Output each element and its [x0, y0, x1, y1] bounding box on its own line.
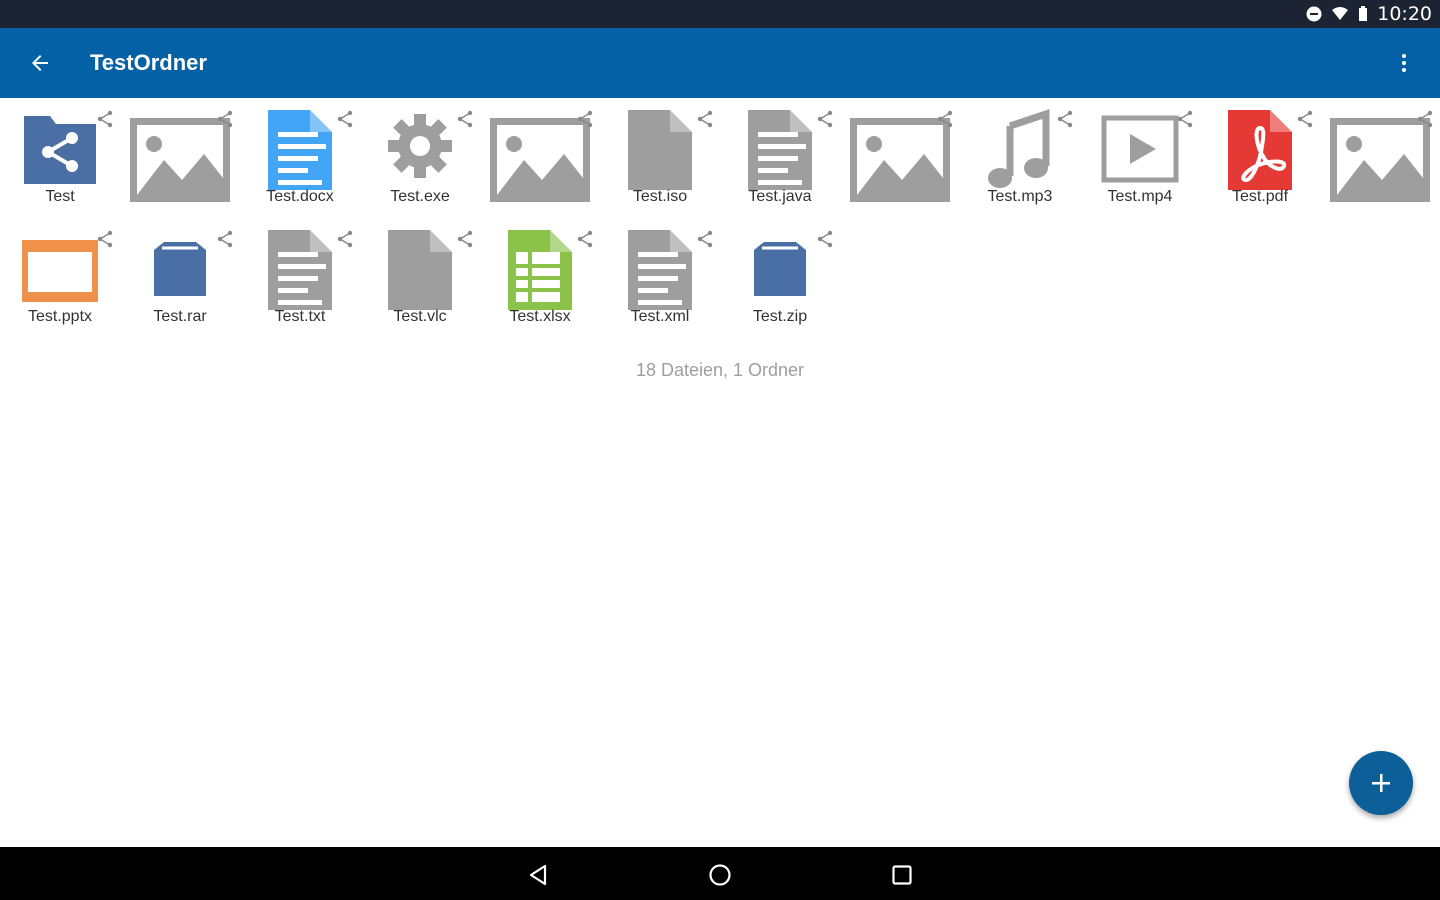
nav-recents-button[interactable] — [882, 855, 922, 895]
file-item[interactable]: Test.java — [720, 100, 840, 218]
file-item[interactable]: Test.xml — [600, 220, 720, 338]
file-item[interactable] — [480, 100, 600, 218]
archive-icon — [140, 226, 220, 316]
file-item[interactable]: Test.rar — [120, 220, 240, 338]
file-item[interactable]: Test — [0, 100, 120, 218]
arrow-back-icon — [32, 55, 48, 71]
add-button[interactable] — [1349, 751, 1413, 815]
file-name: Test.xml — [630, 308, 690, 325]
file-item[interactable] — [120, 100, 240, 218]
overflow-menu-button[interactable] — [1380, 39, 1428, 87]
app-bar: TestOrdner — [0, 28, 1440, 98]
file-item[interactable]: Test.pdf — [1200, 100, 1320, 218]
file-item[interactable]: Test.vlc — [360, 220, 480, 338]
share-icon[interactable] — [816, 110, 834, 128]
file-item[interactable]: Test.pptx — [0, 220, 120, 338]
file-name: Test.java — [748, 188, 812, 205]
back-button[interactable] — [16, 39, 64, 87]
gear-icon — [380, 106, 460, 196]
share-icon[interactable] — [816, 230, 834, 248]
file-name: Test.docx — [266, 188, 334, 205]
status-time: 10:20 — [1377, 3, 1432, 25]
text-file-icon — [740, 106, 820, 196]
file-name: Test.mp4 — [1107, 188, 1173, 205]
file-name: Test.rar — [153, 308, 207, 325]
archive-icon — [740, 226, 820, 316]
file-name: Test.xlsx — [509, 308, 571, 325]
share-icon[interactable] — [1176, 110, 1194, 128]
nav-back-button[interactable] — [518, 855, 558, 895]
share-icon[interactable] — [216, 230, 234, 248]
nav-back-icon — [529, 864, 547, 886]
share-icon[interactable] — [1416, 110, 1434, 128]
share-icon[interactable] — [96, 230, 114, 248]
file-name: Test — [45, 188, 75, 205]
status-bar: 10:20 — [0, 0, 1440, 28]
navigation-bar — [0, 847, 1440, 900]
share-icon[interactable] — [336, 110, 354, 128]
share-icon[interactable] — [336, 230, 354, 248]
page-title: TestOrdner — [90, 50, 207, 75]
spreadsheet-icon — [500, 226, 580, 316]
file-item[interactable]: Test.mp3 — [960, 100, 1080, 218]
wifi-icon — [1332, 7, 1349, 20]
share-icon[interactable] — [96, 110, 114, 128]
file-name: Test.pptx — [27, 308, 93, 325]
notification-dot-icon — [1306, 6, 1322, 22]
share-icon[interactable] — [576, 110, 594, 128]
file-item[interactable]: Test.iso — [600, 100, 720, 218]
battery-icon — [1359, 6, 1368, 21]
file-name: Test.vlc — [393, 308, 447, 325]
file-item[interactable]: Test.docx — [240, 100, 360, 218]
blank-file-icon — [380, 226, 460, 316]
file-item[interactable]: Test.mp4 — [1080, 100, 1200, 218]
blank-file-icon — [620, 106, 700, 196]
share-icon[interactable] — [696, 230, 714, 248]
presentation-icon — [20, 226, 100, 316]
folder-summary: 18 Dateien, 1 Ordner — [635, 360, 805, 380]
nav-home-button[interactable] — [700, 855, 740, 895]
nav-home-icon — [709, 864, 731, 886]
share-icon[interactable] — [1296, 110, 1314, 128]
file-item[interactable]: Test.exe — [360, 100, 480, 218]
pdf-icon — [1220, 106, 1300, 196]
share-icon[interactable] — [216, 110, 234, 128]
file-name: Test.iso — [632, 188, 688, 205]
text-file-icon — [260, 226, 340, 316]
file-name: Test.exe — [390, 188, 450, 205]
file-item[interactable]: Test.txt — [240, 220, 360, 338]
file-item[interactable]: Test.xlsx — [480, 220, 600, 338]
file-name: Test.txt — [274, 308, 326, 325]
word-document-icon — [260, 106, 340, 196]
file-item[interactable] — [1320, 100, 1440, 218]
text-file-icon — [620, 226, 700, 316]
music-note-icon — [980, 106, 1060, 196]
shared-folder-icon — [20, 106, 100, 196]
status-icons: 10:20 — [1305, 0, 1432, 28]
file-name: Test.zip — [752, 308, 808, 325]
video-icon — [1100, 106, 1180, 196]
share-icon[interactable] — [576, 230, 594, 248]
nav-recents-icon — [892, 865, 912, 885]
file-name: Test.pdf — [1231, 188, 1289, 205]
share-icon[interactable] — [696, 110, 714, 128]
share-icon[interactable] — [456, 110, 474, 128]
file-item[interactable] — [840, 100, 960, 218]
file-item[interactable]: Test.zip — [720, 220, 840, 338]
more-vert-icon — [1402, 54, 1406, 72]
plus-icon — [1372, 774, 1390, 792]
share-icon[interactable] — [1056, 110, 1074, 128]
share-icon[interactable] — [456, 230, 474, 248]
share-icon[interactable] — [936, 110, 954, 128]
file-name: Test.mp3 — [987, 188, 1053, 205]
